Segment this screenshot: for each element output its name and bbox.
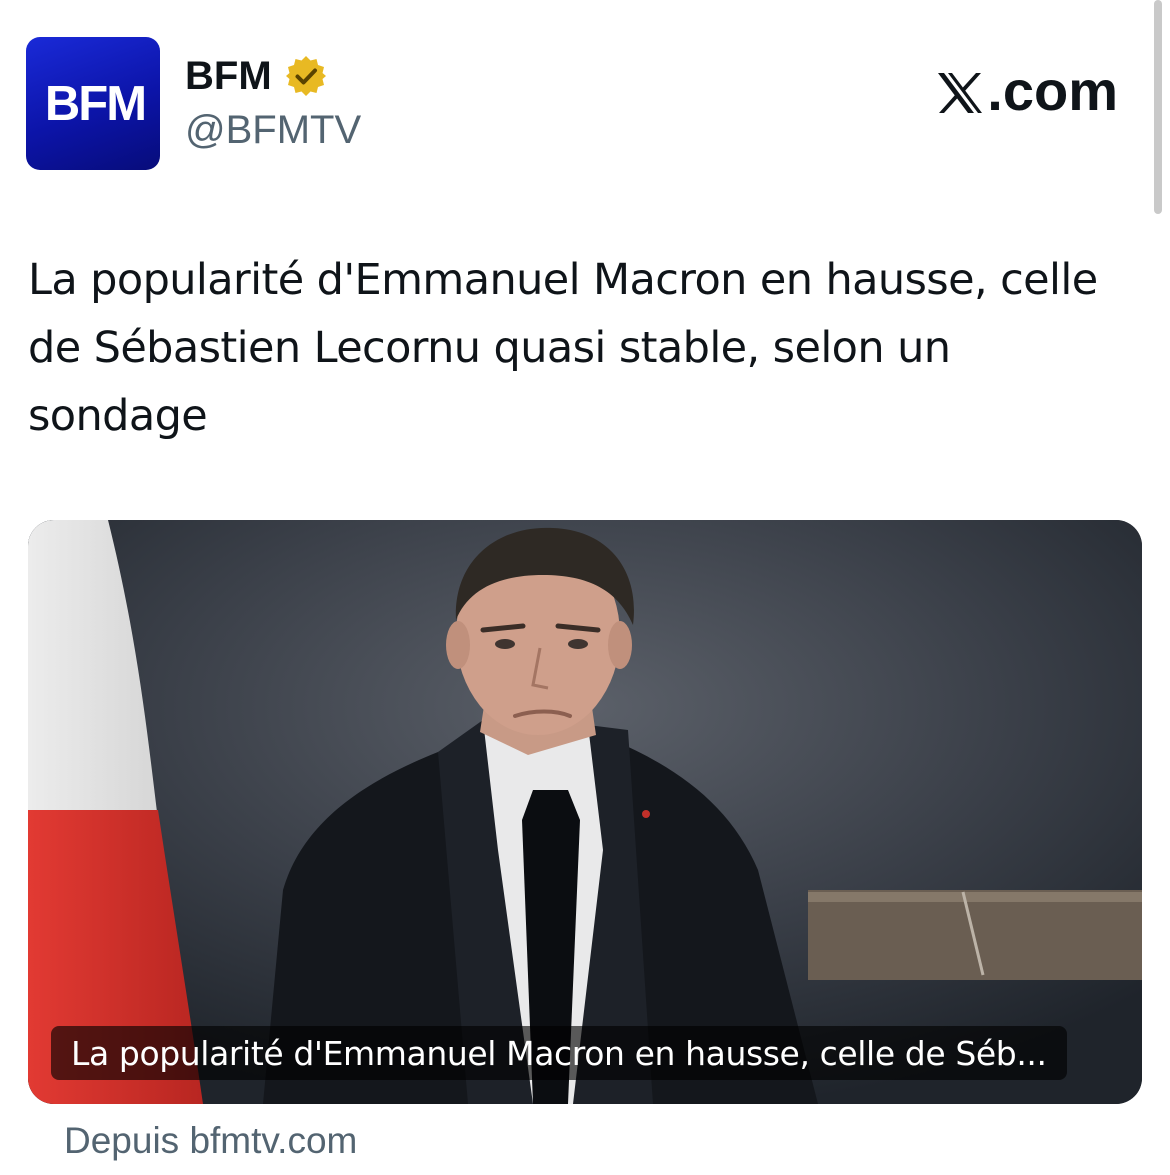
display-name[interactable]: BFM <box>185 54 272 99</box>
link-card-media[interactable]: La popularité d'Emmanuel Macron en hauss… <box>28 520 1142 1104</box>
media-caption: La popularité d'Emmanuel Macron en hauss… <box>51 1026 1067 1080</box>
avatar-logo-text: BFM <box>44 76 147 131</box>
media-caption-text: La popularité d'Emmanuel Macron en hauss… <box>71 1033 1047 1073</box>
x-logo-icon <box>935 66 985 116</box>
scrollbar[interactable] <box>1154 0 1162 214</box>
brand-domain-text: .com <box>987 59 1118 122</box>
brand-xcom: .com <box>935 58 1118 123</box>
account-handle[interactable]: @BFMTV <box>185 108 361 153</box>
account-name-row: BFM <box>185 50 328 102</box>
news-photo <box>28 520 1142 1104</box>
link-source[interactable]: Depuis bfmtv.com <box>64 1120 357 1162</box>
verified-badge-icon[interactable] <box>284 54 328 98</box>
post-text: La popularité d'Emmanuel Macron en hauss… <box>28 255 1098 441</box>
avatar[interactable]: BFM <box>26 37 160 170</box>
